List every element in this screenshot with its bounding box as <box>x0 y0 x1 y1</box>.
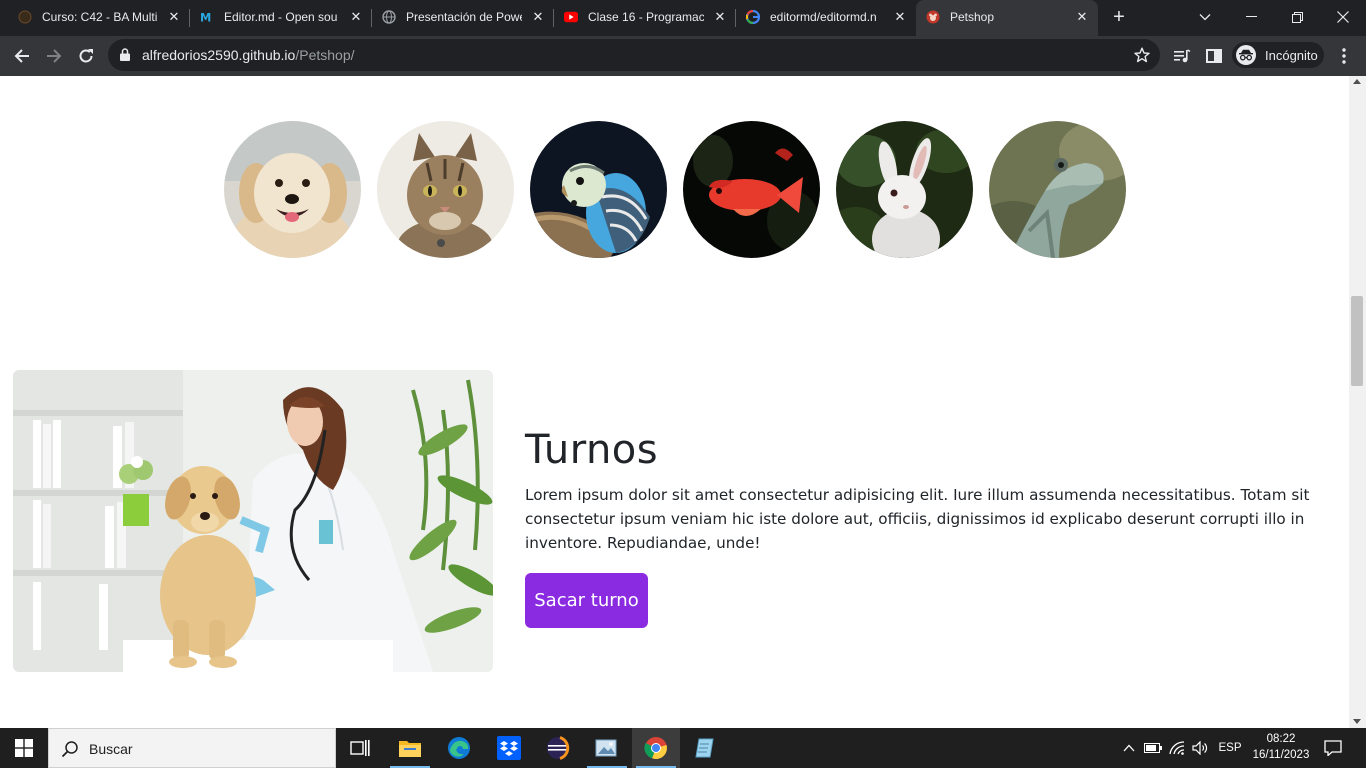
minimize-icon[interactable] <box>1228 0 1274 34</box>
notifications-icon[interactable] <box>1318 728 1348 768</box>
pet-dog-image[interactable] <box>224 121 361 258</box>
youtube-icon <box>564 10 578 24</box>
search-placeholder: Buscar <box>89 741 133 757</box>
lock-icon[interactable] <box>120 48 130 66</box>
dropbox-icon[interactable] <box>485 728 533 768</box>
battery-icon[interactable] <box>1142 728 1164 768</box>
back-arrow-icon[interactable] <box>8 42 36 70</box>
tab-title: Curso: C42 - BA Multi <box>42 10 158 24</box>
tab-search-chevron-icon[interactable] <box>1182 0 1228 34</box>
google-icon <box>746 10 760 24</box>
globe-icon <box>382 10 396 24</box>
pet-parakeet-image[interactable] <box>530 121 667 258</box>
tab-editormd[interactable]: M Editor.md - Open sou ✕ <box>190 0 372 34</box>
sacar-turno-button[interactable]: Sacar turno <box>525 573 648 628</box>
wifi-icon[interactable] <box>1166 728 1188 768</box>
tab-close-icon[interactable]: ✕ <box>530 9 546 25</box>
incognito-icon <box>1236 45 1256 65</box>
clock-time: 08:22 <box>1266 733 1296 745</box>
pet-rabbit-image[interactable] <box>836 121 973 258</box>
editormd-icon: M <box>200 10 214 24</box>
url-path: /Petshop/ <box>295 47 355 63</box>
taskbar-search-box[interactable]: Buscar <box>48 728 336 768</box>
course-icon <box>18 10 32 24</box>
tab-close-icon[interactable]: ✕ <box>1074 9 1090 25</box>
side-panel-icon[interactable] <box>1200 42 1228 70</box>
restore-icon[interactable] <box>1274 0 1320 34</box>
turnos-title: Turnos <box>525 427 659 473</box>
edge-icon[interactable] <box>435 728 483 768</box>
tab-title: Clase 16 - Programac <box>588 10 704 24</box>
language-indicator[interactable]: ESP <box>1214 728 1246 768</box>
browser-toolbar: alfredorios2590.github.io/Petshop/ Incóg… <box>0 36 1366 76</box>
file-explorer-icon[interactable] <box>386 728 434 768</box>
forward-arrow-icon[interactable] <box>40 42 68 70</box>
close-window-icon[interactable] <box>1320 0 1366 34</box>
windows-start-icon[interactable] <box>0 728 48 768</box>
tab-close-icon[interactable]: ✕ <box>348 9 364 25</box>
pet-cat-image[interactable] <box>377 121 514 258</box>
url-text: alfredorios2590.github.io/Petshop/ <box>142 48 355 63</box>
pet-categories <box>224 121 1127 258</box>
chrome-icon[interactable] <box>632 728 680 768</box>
tab-strip: Curso: C42 - BA Multi ✕ M Editor.md - Op… <box>0 0 1366 36</box>
pet-fish-image[interactable] <box>683 121 820 258</box>
eclipse-icon[interactable] <box>534 728 582 768</box>
show-hidden-icons-chevron-icon[interactable] <box>1120 728 1138 768</box>
tab-curso[interactable]: Curso: C42 - BA Multi ✕ <box>8 0 190 34</box>
clock-date: 16/11/2023 <box>1252 749 1310 761</box>
tab-clase16[interactable]: Clase 16 - Programac ✕ <box>554 0 736 34</box>
media-controls-icon[interactable] <box>1168 42 1196 70</box>
tab-title: Presentación de Powe <box>406 10 522 24</box>
photos-icon[interactable] <box>583 728 631 768</box>
tab-close-icon[interactable]: ✕ <box>166 9 182 25</box>
vet-with-dog-image <box>13 370 493 672</box>
task-view-icon[interactable] <box>336 728 384 768</box>
scroll-down-icon[interactable] <box>1353 719 1361 724</box>
tab-title: Editor.md - Open sou <box>224 10 338 24</box>
turnos-description: Lorem ipsum dolor sit amet consectetur a… <box>525 486 1310 552</box>
svg-text:M: M <box>200 10 211 24</box>
tab-editormd-github[interactable]: editormd/editormd.n ✕ <box>736 0 916 34</box>
notepad-icon[interactable] <box>681 728 729 768</box>
reload-icon[interactable] <box>72 42 100 70</box>
incognito-indicator[interactable]: Incógnito <box>1232 42 1324 68</box>
new-tab-button[interactable]: + <box>1108 7 1130 29</box>
tab-title: Petshop <box>950 10 995 24</box>
petshop-icon <box>926 10 940 24</box>
search-icon <box>61 740 79 763</box>
page-viewport: Turnos Lorem ipsum dolor sit amet consec… <box>0 76 1349 728</box>
pet-lizard-image[interactable] <box>989 121 1126 258</box>
tab-petshop[interactable]: Petshop ✕ <box>916 0 1098 36</box>
chrome-menu-icon[interactable] <box>1330 42 1358 70</box>
scroll-thumb[interactable] <box>1351 296 1363 386</box>
tab-presentacion[interactable]: Presentación de Powe ✕ <box>372 0 554 34</box>
url-host: alfredorios2590.github.io <box>142 47 296 63</box>
scroll-up-icon[interactable] <box>1353 79 1361 84</box>
tab-close-icon[interactable]: ✕ <box>892 9 908 25</box>
page-scrollbar[interactable] <box>1349 76 1366 728</box>
tab-title: editormd/editormd.n <box>770 10 877 24</box>
windows-taskbar: Buscar ESP 08:22 16/11/2023 <box>0 728 1366 768</box>
volume-icon[interactable] <box>1189 728 1211 768</box>
incognito-label: Incógnito <box>1265 47 1318 63</box>
tab-close-icon[interactable]: ✕ <box>712 9 728 25</box>
bookmark-star-icon[interactable] <box>1134 47 1150 68</box>
address-bar[interactable]: alfredorios2590.github.io/Petshop/ <box>108 39 1160 71</box>
taskbar-clock[interactable]: 08:22 16/11/2023 <box>1246 731 1316 763</box>
